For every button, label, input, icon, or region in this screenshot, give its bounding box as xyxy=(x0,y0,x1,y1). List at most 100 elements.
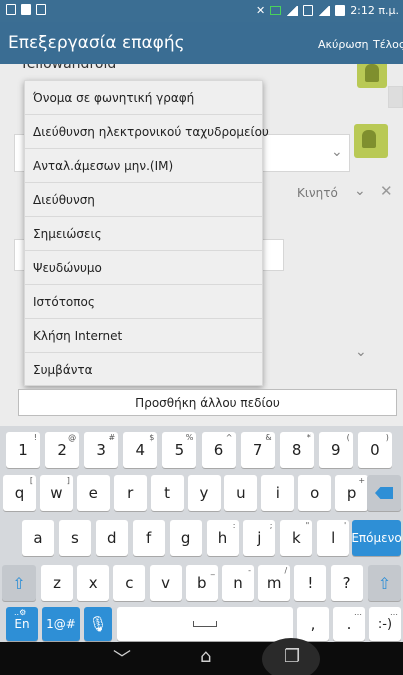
key-2[interactable]: @2 xyxy=(45,432,80,468)
key-e[interactable]: e xyxy=(76,475,110,511)
period-key[interactable]: …. xyxy=(333,607,365,641)
menu-item-internet-call[interactable]: Κλήση Internet xyxy=(25,319,262,353)
home-icon[interactable]: ⌂ xyxy=(200,646,211,667)
key-label: p xyxy=(346,484,357,502)
key-label: 7 xyxy=(252,441,263,459)
key-f[interactable]: f xyxy=(132,520,165,556)
action-bar: Επεξεργασία επαφής Ακύρωση Τέλος xyxy=(0,22,403,64)
key-s[interactable]: s xyxy=(58,520,91,556)
remove-field-icon[interactable]: ✕ xyxy=(380,182,393,200)
menu-item-im[interactable]: Ανταλ.άμεσων μην.(IM) xyxy=(25,149,262,183)
key-k[interactable]: " k xyxy=(280,520,313,556)
clock: 2:12 π.μ. xyxy=(350,4,399,17)
menu-item-email[interactable]: Διεύθυνση ηλεκτρονικού ταχυδρομείου xyxy=(25,115,269,149)
shift-key-right[interactable]: ⇧ xyxy=(368,565,401,601)
back-icon[interactable]: ﹀ xyxy=(113,645,131,671)
key-5[interactable]: % 5 xyxy=(162,432,197,468)
key-q[interactable]: [q xyxy=(3,475,36,511)
key-g[interactable]: g xyxy=(169,520,202,556)
key-c[interactable]: c xyxy=(113,565,146,601)
system-icons: ✕ 2:12 π.μ. xyxy=(256,4,399,17)
key-b[interactable]: _ b xyxy=(185,565,218,601)
cancel-button[interactable]: Ακύρωση xyxy=(318,38,369,51)
shift-key[interactable]: ⇧ xyxy=(2,565,36,601)
key-label: o xyxy=(310,484,320,502)
key-x[interactable]: x xyxy=(77,565,110,601)
notification-icons xyxy=(6,4,46,15)
key-w[interactable]: ] w xyxy=(39,475,73,511)
key-?[interactable]: ? xyxy=(330,565,363,601)
menu-item-nickname[interactable]: Ψευδώνυμο xyxy=(25,251,262,285)
key-z[interactable]: z xyxy=(41,565,73,601)
key-hint: _ xyxy=(210,566,215,575)
key-3[interactable]: #3 xyxy=(84,432,119,468)
key-label: 8 xyxy=(291,441,302,459)
add-another-field-button[interactable]: Προσθήκη άλλου πεδίου xyxy=(18,389,397,416)
mute-icon: ✕ xyxy=(255,4,266,17)
battery-saver-icon xyxy=(270,6,282,15)
symbols-key[interactable]: 1@# xyxy=(42,607,80,641)
key-label: k xyxy=(291,529,301,547)
menu-item-events[interactable]: Συμβάντα xyxy=(25,353,262,387)
key-label: d xyxy=(107,529,117,547)
microphone-key[interactable]: 🎙 xyxy=(84,607,112,641)
language-key[interactable]: ..⚙ En xyxy=(6,607,38,641)
key-9[interactable]: (9 xyxy=(318,432,353,468)
key-label: a xyxy=(33,529,43,547)
next-button[interactable]: Επόμενο xyxy=(351,520,402,556)
key-p[interactable]: + p xyxy=(335,475,369,511)
key-l[interactable]: ' l xyxy=(317,520,350,556)
menu-item-address[interactable]: Διεύθυνση xyxy=(25,183,262,217)
group-chevron-icon[interactable]: ⌄ xyxy=(355,344,367,360)
key-8[interactable]: * 8 xyxy=(279,432,314,468)
menu-item-phonetic-name[interactable]: Όνομα σε φωνητική γραφή xyxy=(25,81,262,115)
key-label: ? xyxy=(342,574,351,592)
key-hint: - xyxy=(248,566,251,575)
contact-photo[interactable] xyxy=(354,124,388,158)
key-label: l xyxy=(331,529,336,547)
key-4[interactable]: $4 xyxy=(123,432,158,468)
key-hint: % xyxy=(185,433,194,442)
key-label: 1 xyxy=(18,441,28,459)
phone-type-label[interactable]: Κινητό xyxy=(297,186,338,200)
menu-item-website[interactable]: Ιστότοπος xyxy=(25,285,262,319)
key-1[interactable]: ! 1 xyxy=(6,432,40,468)
chevron-down-icon[interactable]: ⌄ xyxy=(331,144,343,160)
contact-photo-top xyxy=(357,64,387,88)
key-hint: [ xyxy=(29,476,33,485)
key-d[interactable]: d xyxy=(95,520,128,556)
key-0[interactable]: ) 0 xyxy=(357,432,392,468)
expand-icon[interactable] xyxy=(388,86,403,108)
key-label: c xyxy=(125,574,134,592)
key-h[interactable]: :h xyxy=(206,520,239,556)
smiley-key[interactable]: …:-) xyxy=(369,607,401,641)
page-title: Επεξεργασία επαφής xyxy=(8,33,185,53)
key-label: e xyxy=(88,484,98,502)
key-![interactable]: ! xyxy=(294,565,327,601)
space-key[interactable] xyxy=(117,607,293,641)
phone-type-chevron-icon[interactable]: ⌄ xyxy=(354,183,366,199)
recent-apps-icon[interactable]: ❐ xyxy=(284,646,300,667)
comma-key[interactable]: , xyxy=(297,607,329,641)
key-i[interactable]: i xyxy=(261,475,295,511)
done-button[interactable]: Τέλος xyxy=(373,38,403,51)
key-label: b xyxy=(197,574,207,592)
key-label: ! xyxy=(307,574,314,592)
key-t[interactable]: t xyxy=(150,475,184,511)
key-a[interactable]: a xyxy=(22,520,54,556)
key-y[interactable]: y xyxy=(187,475,221,511)
key-r[interactable]: r xyxy=(113,475,147,511)
key-o[interactable]: o xyxy=(298,475,332,511)
menu-item-notes[interactable]: Σημειώσεις xyxy=(25,217,262,251)
key-label: q xyxy=(14,484,25,502)
key-m[interactable]: / m xyxy=(258,565,291,601)
window-icon xyxy=(36,4,46,15)
key-v[interactable]: v xyxy=(149,565,182,601)
key-hint: ; xyxy=(269,521,273,530)
key-6[interactable]: ^ 6 xyxy=(201,432,236,468)
key-j[interactable]: ; j xyxy=(243,520,276,556)
key-7[interactable]: & 7 xyxy=(240,432,275,468)
key-n[interactable]: -n xyxy=(222,565,254,601)
key-u[interactable]: u xyxy=(224,475,258,511)
backspace-key[interactable] xyxy=(367,475,401,511)
